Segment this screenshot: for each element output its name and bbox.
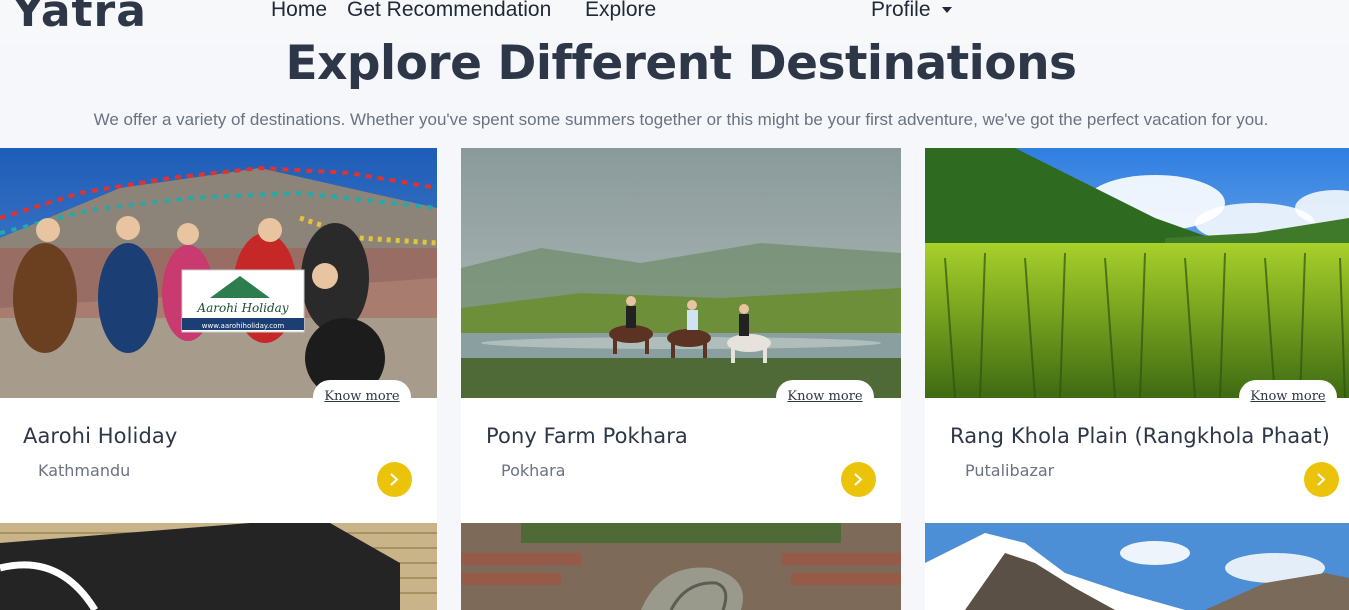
- destination-image[interactable]: [461, 148, 901, 398]
- chevron-right-icon: [854, 473, 863, 486]
- page-subtitle: We offer a variety of destinations. Whet…: [93, 110, 1269, 129]
- card-location: Putalibazar: [965, 461, 1055, 480]
- card-title[interactable]: Aarohi Holiday: [23, 424, 177, 448]
- card-location: Pokhara: [501, 461, 566, 480]
- nav-home-link[interactable]: Home: [271, 0, 327, 22]
- know-more-button[interactable]: Know more: [776, 380, 874, 414]
- card-title[interactable]: Rang Khola Plain (Rangkhola Phaat): [950, 424, 1330, 448]
- destination-image[interactable]: [925, 148, 1349, 398]
- nav-recommendation-link[interactable]: Get Recommendation: [347, 0, 551, 22]
- page-title: Explore Different Destinations: [285, 36, 1077, 91]
- destination-card: Know more Rang Khola Plain (Rangkhola Ph…: [925, 148, 1349, 523]
- know-more-button[interactable]: Know more: [313, 380, 411, 414]
- caret-down-icon[interactable]: [942, 7, 952, 13]
- svg-text:Aarohi Holiday: Aarohi Holiday: [196, 301, 288, 315]
- card-title[interactable]: Pony Farm Pokhara: [486, 424, 688, 448]
- destination-card: Know more Pony Farm Pokhara Pokhara: [461, 148, 901, 523]
- know-more-button[interactable]: Know more: [1239, 380, 1337, 414]
- chevron-right-icon: [1317, 473, 1326, 486]
- destination-image[interactable]: Aarohi Holiday www.aarohiholiday.com: [0, 148, 437, 398]
- nav-explore-link[interactable]: Explore: [585, 0, 656, 22]
- svg-text:www.aarohiholiday.com: www.aarohiholiday.com: [202, 322, 285, 330]
- chevron-right-icon: [390, 473, 399, 486]
- destination-card: Aarohi Holiday www.aarohiholiday.com Kno…: [0, 148, 437, 523]
- destination-image[interactable]: [461, 523, 901, 610]
- card-location: Kathmandu: [38, 461, 131, 480]
- card-arrow-button[interactable]: [841, 462, 876, 497]
- card-arrow-button[interactable]: [1304, 462, 1339, 497]
- nav-profile-dropdown[interactable]: Profile: [871, 0, 931, 22]
- card-arrow-button[interactable]: [377, 462, 412, 497]
- destination-image[interactable]: [925, 523, 1349, 610]
- destination-image[interactable]: [0, 523, 437, 610]
- brand-logo[interactable]: Yatra: [12, 0, 147, 37]
